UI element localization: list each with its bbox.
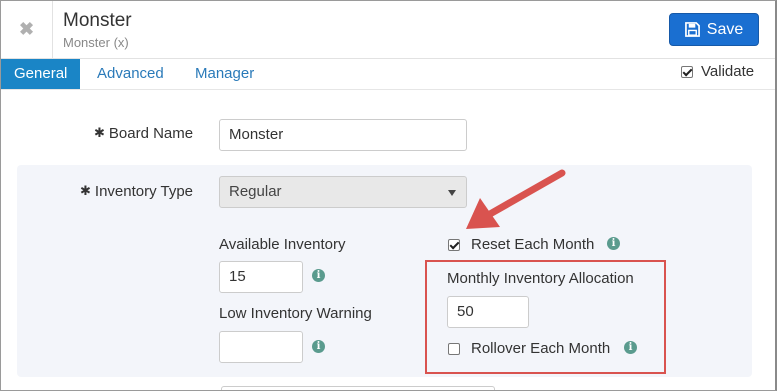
inventory-type-label-text: Inventory Type — [94, 183, 194, 200]
required-marker: ✱ — [80, 183, 91, 198]
page-title: Monster — [63, 10, 132, 31]
validate-checkbox[interactable] — [681, 65, 693, 78]
rollover-each-month-toggle[interactable]: Rollover Each Month — [448, 340, 610, 357]
monthly-inventory-allocation-label: Monthly Inventory Allocation — [447, 270, 634, 287]
low-inventory-warning-input[interactable] — [219, 331, 303, 363]
dialog-frame: ✖ Monster Monster (x) Save General Advan… — [0, 0, 777, 391]
info-icon[interactable]: i — [624, 341, 637, 354]
save-button-label: Save — [706, 20, 744, 38]
low-inventory-warning-label: Low Inventory Warning — [219, 305, 372, 322]
monthly-inventory-allocation-input[interactable]: 50 — [447, 296, 529, 328]
tab-advanced[interactable]: Advanced — [97, 59, 164, 89]
save-button[interactable]: Save — [669, 13, 759, 46]
tab-divider — [1, 89, 775, 90]
floppy-disk-icon — [684, 22, 700, 37]
validate-label: Validate — [701, 63, 755, 80]
board-name-label: ✱ Board Name — [94, 125, 193, 142]
board-name-input[interactable]: Monster — [219, 119, 467, 151]
inventory-type-label: ✱ Inventory Type — [80, 183, 193, 200]
tab-general[interactable]: General — [1, 59, 81, 89]
next-field-input[interactable] — [221, 386, 495, 390]
inventory-type-select[interactable]: Regular — [219, 176, 467, 208]
info-icon[interactable]: i — [312, 269, 325, 282]
page-subtitle: Monster (x) — [63, 35, 129, 50]
available-inventory-input[interactable]: 15 — [219, 261, 303, 293]
info-icon[interactable]: i — [312, 340, 325, 353]
info-icon[interactable]: i — [607, 237, 620, 250]
chevron-down-icon — [448, 190, 456, 196]
validate-toggle[interactable]: Validate — [681, 63, 754, 80]
tab-manager[interactable]: Manager — [195, 59, 254, 89]
rollover-each-month-checkbox[interactable] — [448, 342, 460, 355]
close-icon[interactable]: ✖ — [1, 1, 53, 58]
rollover-each-month-label: Rollover Each Month — [471, 340, 611, 357]
available-inventory-label: Available Inventory — [219, 236, 346, 253]
annotation-arrow-icon — [466, 169, 566, 229]
required-marker: ✱ — [94, 125, 105, 140]
board-name-label-text: Board Name — [108, 125, 194, 142]
inventory-type-value: Regular — [229, 183, 282, 200]
